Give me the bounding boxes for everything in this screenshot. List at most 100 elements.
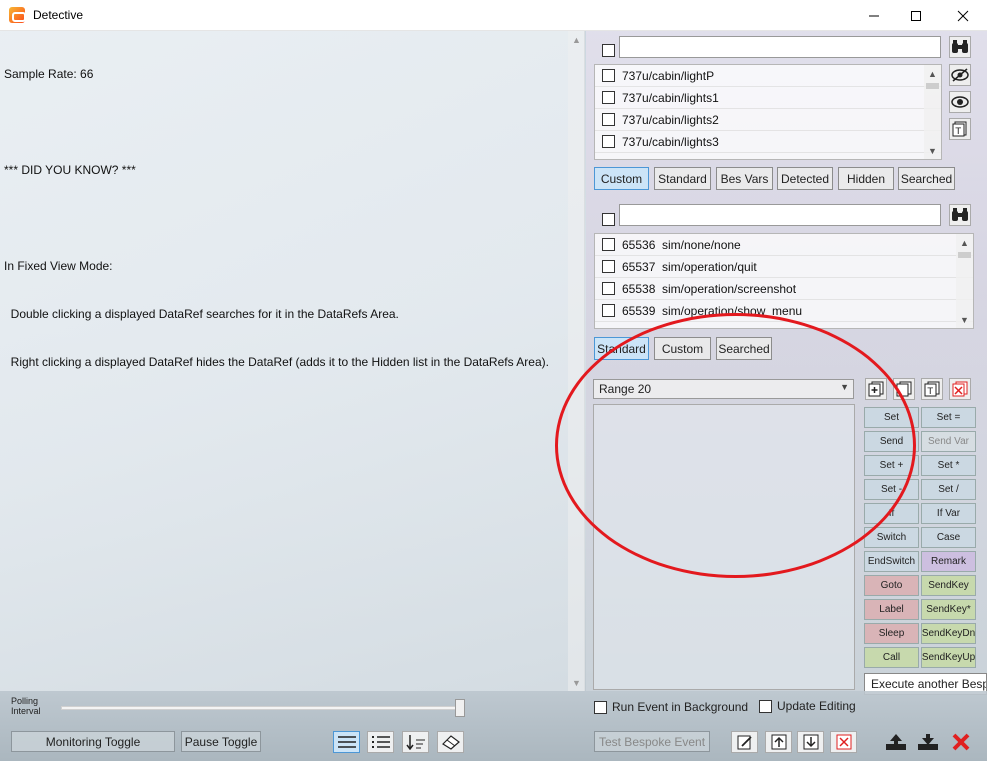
tab-standard[interactable]: Standard: [654, 167, 711, 190]
list-item[interactable]: 737u/cabin/lights1: [595, 87, 941, 109]
pause-toggle-button[interactable]: Pause Toggle: [181, 731, 261, 752]
commands-list-scrollbar[interactable]: ▲ ▼: [956, 234, 973, 328]
scroll-down-icon[interactable]: ▼: [924, 142, 941, 159]
cmd-send-button[interactable]: Send: [864, 431, 919, 452]
update-editing-toggle[interactable]: Update Editing: [759, 699, 856, 713]
list-item-checkbox[interactable]: [602, 238, 615, 251]
list-item[interactable]: 737u/cabin/lightP: [595, 65, 941, 87]
list-item[interactable]: 737u/cabin/lights3: [595, 131, 941, 153]
upload-event-button[interactable]: [765, 731, 792, 753]
run-in-background-toggle[interactable]: Run Event in Background: [594, 700, 748, 714]
add-event-button[interactable]: [865, 378, 887, 400]
delete-file-button[interactable]: [830, 731, 857, 753]
list-item[interactable]: 737u/cabin/lights2: [595, 109, 941, 131]
delete-event-button[interactable]: [949, 378, 971, 400]
text-doc-button[interactable]: T: [949, 118, 971, 140]
edit-event-button[interactable]: [731, 731, 758, 753]
list-item[interactable]: 65537 sim/operation/quit: [595, 256, 973, 278]
scroll-down-icon[interactable]: ▼: [956, 311, 973, 328]
datarefs-search-button[interactable]: [949, 36, 971, 58]
datarefs-search-input[interactable]: [619, 36, 941, 58]
import-button[interactable]: [914, 731, 941, 753]
list-item[interactable]: 65539 sim/operation/show_menu: [595, 300, 973, 322]
list-item-checkbox[interactable]: [602, 69, 615, 82]
cmd-call-button[interactable]: Call: [864, 647, 919, 668]
tab-searched[interactable]: Searched: [898, 167, 955, 190]
tab-custom[interactable]: Custom: [654, 337, 711, 360]
tab-hidden[interactable]: Hidden: [838, 167, 894, 190]
cmd-endswitch-button[interactable]: EndSwitch: [864, 551, 919, 572]
run-in-background-checkbox[interactable]: [594, 700, 607, 714]
scroll-down-icon[interactable]: ▼: [568, 674, 585, 691]
maximize-button[interactable]: [893, 0, 939, 31]
cmd-case-button[interactable]: Case: [921, 527, 976, 548]
list-item-checkbox[interactable]: [602, 113, 615, 126]
hide-dataref-button[interactable]: [949, 64, 971, 86]
cmd-sendkeydn-button[interactable]: SendKeyDn: [921, 623, 976, 644]
scroll-thumb[interactable]: [958, 252, 971, 258]
list-item[interactable]: 65536 sim/none/none: [595, 234, 973, 256]
cmd-set-times-button[interactable]: Set *: [921, 455, 976, 476]
polling-interval-slider-track[interactable]: [61, 706, 461, 710]
test-bespoke-event-button[interactable]: Test Bespoke Event: [594, 731, 710, 752]
commands-search-button[interactable]: [949, 204, 971, 226]
exit-button[interactable]: [947, 731, 974, 753]
polling-interval-slider-thumb[interactable]: [455, 699, 465, 717]
update-editing-checkbox[interactable]: [759, 699, 772, 713]
datarefs-list-scrollbar[interactable]: ▲ ▼: [924, 65, 941, 159]
list-item-checkbox[interactable]: [602, 135, 615, 148]
list-item-checkbox[interactable]: [602, 304, 615, 317]
scroll-up-icon[interactable]: ▲: [956, 234, 973, 251]
list-item-checkbox[interactable]: [602, 282, 615, 295]
cmd-sendkey-button[interactable]: SendKey: [921, 575, 976, 596]
tab-searched[interactable]: Searched: [716, 337, 772, 360]
tab-bes-vars[interactable]: Bes Vars: [716, 167, 773, 190]
tab-custom[interactable]: Custom: [594, 167, 649, 190]
scroll-up-icon[interactable]: ▲: [568, 31, 585, 48]
sort-button[interactable]: [402, 731, 429, 753]
show-dataref-button[interactable]: [949, 91, 971, 113]
monitoring-toggle-button[interactable]: Monitoring Toggle: [11, 731, 175, 752]
tab-standard[interactable]: Standard: [594, 337, 649, 360]
cmd-if-var-button[interactable]: If Var: [921, 503, 976, 524]
download-event-button[interactable]: [797, 731, 824, 753]
minimize-button[interactable]: [851, 0, 897, 31]
event-select[interactable]: Range 20 ▼: [593, 379, 854, 399]
cmd-label-button[interactable]: Label: [864, 599, 919, 620]
cmd-remark-button[interactable]: Remark: [921, 551, 976, 572]
cmd-if-button[interactable]: If: [864, 503, 919, 524]
commands-list[interactable]: 65536 sim/none/none 65537 sim/operation/qu…: [594, 233, 974, 329]
cmd-set-minus-button[interactable]: Set -: [864, 479, 919, 500]
event-editor[interactable]: [593, 404, 855, 690]
cmd-set-divide-button[interactable]: Set /: [921, 479, 976, 500]
view-list-button[interactable]: [367, 731, 394, 753]
commands-select-all-checkbox[interactable]: [602, 213, 615, 226]
view-lines-button[interactable]: [333, 731, 360, 753]
tab-detected[interactable]: Detected: [777, 167, 833, 190]
info-scrollbar[interactable]: ▲ ▼: [568, 31, 585, 691]
info-text-area[interactable]: Sample Rate: 66 ​ *** DID YOU KNOW? *** …: [0, 31, 585, 691]
rename-event-button[interactable]: T: [921, 378, 943, 400]
cmd-set-button[interactable]: Set: [864, 407, 919, 428]
cmd-sleep-button[interactable]: Sleep: [864, 623, 919, 644]
copy-event-button[interactable]: [893, 378, 915, 400]
cmd-send-var-button[interactable]: Send Var: [921, 431, 976, 452]
list-item[interactable]: 65538 sim/operation/screenshot: [595, 278, 973, 300]
maximize-icon: [911, 10, 921, 21]
datarefs-list[interactable]: 737u/cabin/lightP 737u/cabin/lights1 737…: [594, 64, 942, 160]
list-item-checkbox[interactable]: [602, 260, 615, 273]
datarefs-select-all-checkbox[interactable]: [602, 44, 615, 57]
cmd-sendkey-star-button[interactable]: SendKey*: [921, 599, 976, 620]
cmd-set-plus-button[interactable]: Set +: [864, 455, 919, 476]
close-button[interactable]: [940, 0, 986, 31]
commands-search-input[interactable]: [619, 204, 941, 226]
scroll-up-icon[interactable]: ▲: [924, 65, 941, 82]
export-button[interactable]: [882, 731, 909, 753]
cmd-goto-button[interactable]: Goto: [864, 575, 919, 596]
cmd-set-equals-button[interactable]: Set =: [921, 407, 976, 428]
cmd-sendkeyup-button[interactable]: SendKeyUp: [921, 647, 976, 668]
list-item-checkbox[interactable]: [602, 91, 615, 104]
cmd-switch-button[interactable]: Switch: [864, 527, 919, 548]
scroll-thumb[interactable]: [926, 83, 939, 89]
erase-button[interactable]: [437, 731, 464, 753]
